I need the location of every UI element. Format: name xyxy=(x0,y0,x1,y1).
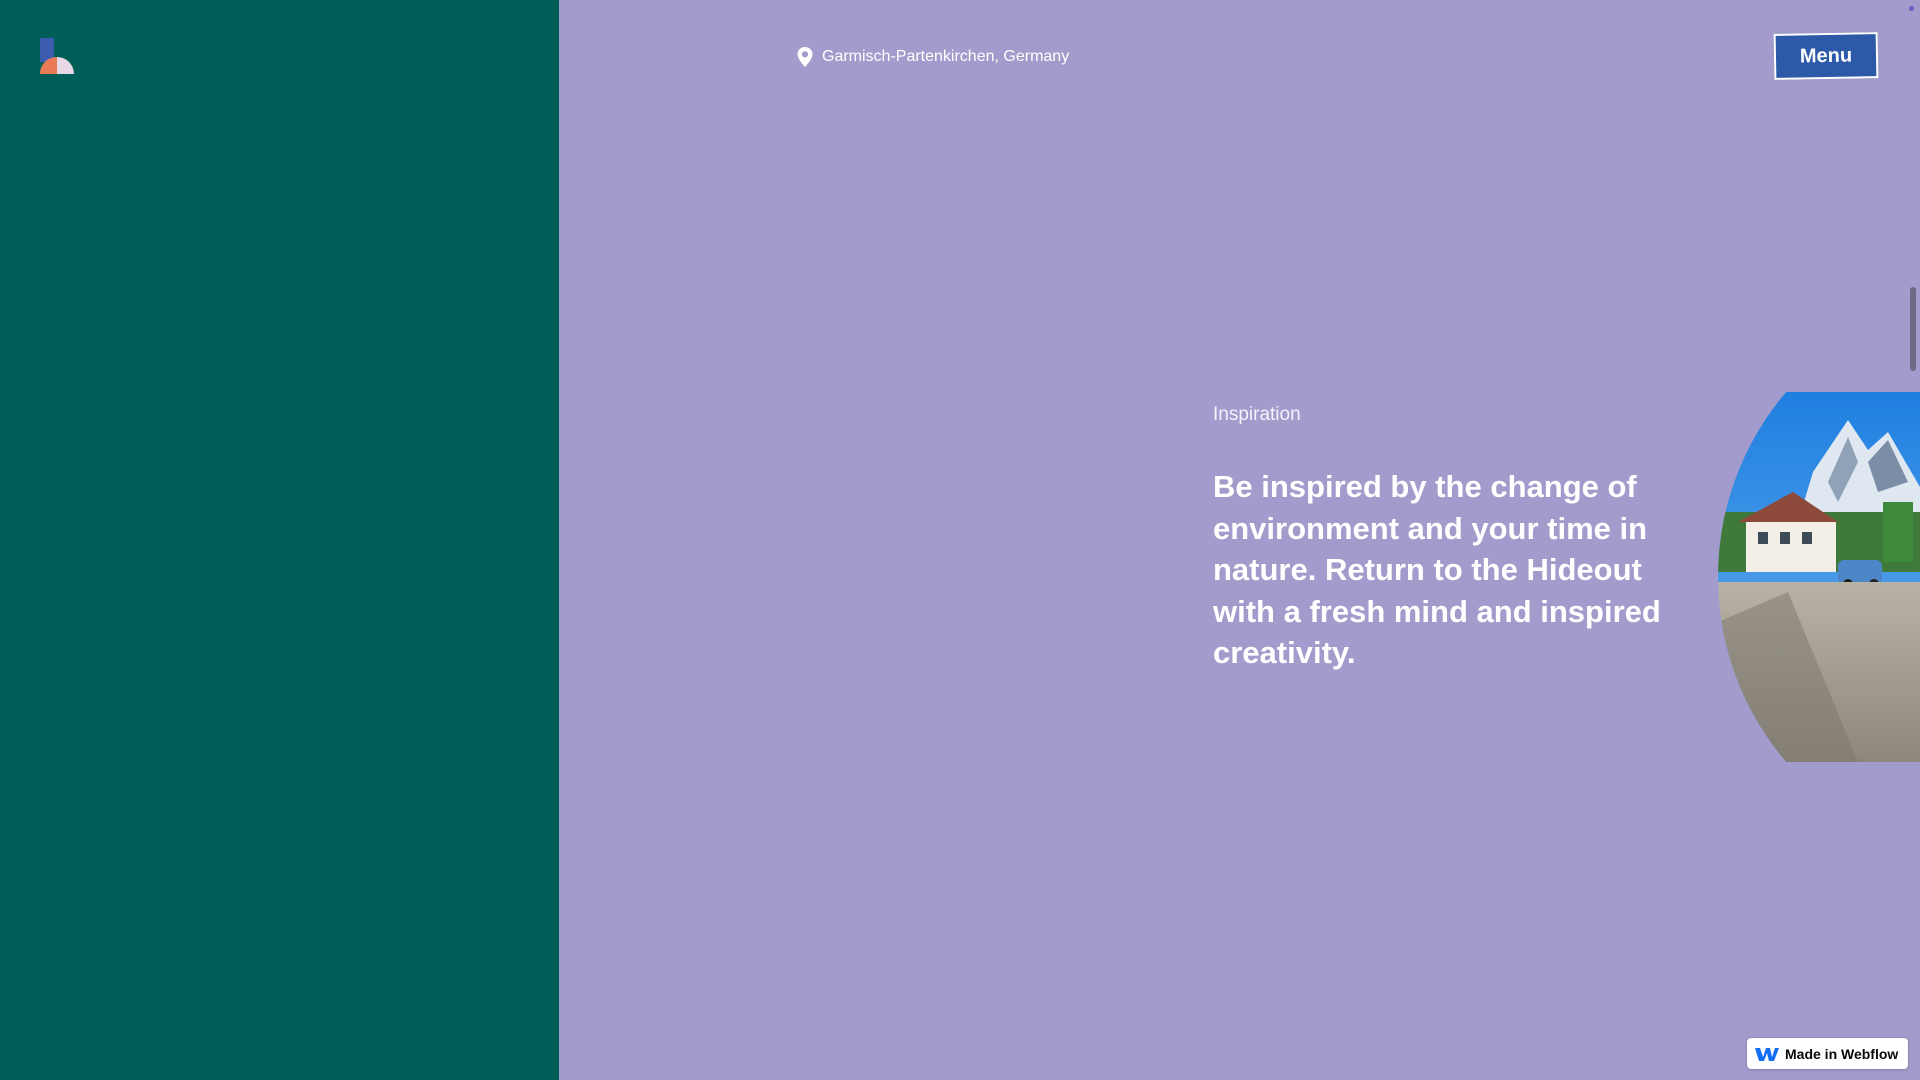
corner-dot xyxy=(1909,6,1914,11)
menu-button[interactable]: Menu xyxy=(1773,32,1879,80)
inspiration-headline: Be inspired by the change of environment… xyxy=(1213,469,1661,670)
location: Garmisch-Partenkirchen, Germany xyxy=(796,46,1069,68)
made-in-webflow-badge[interactable]: Made in Webflow xyxy=(1747,1038,1908,1069)
alpine-village-photo xyxy=(1718,392,1920,762)
map-pin-icon xyxy=(796,46,814,68)
webflow-badge-label: Made in Webflow xyxy=(1785,1045,1899,1062)
scrollbar-thumb[interactable] xyxy=(1910,287,1916,371)
webflow-icon xyxy=(1755,1046,1779,1062)
left-panel xyxy=(0,0,559,1080)
section-label: Inspiration xyxy=(1213,404,1301,425)
hideout-logo-icon[interactable] xyxy=(38,38,76,74)
location-text: Garmisch-Partenkirchen, Germany xyxy=(822,48,1070,65)
